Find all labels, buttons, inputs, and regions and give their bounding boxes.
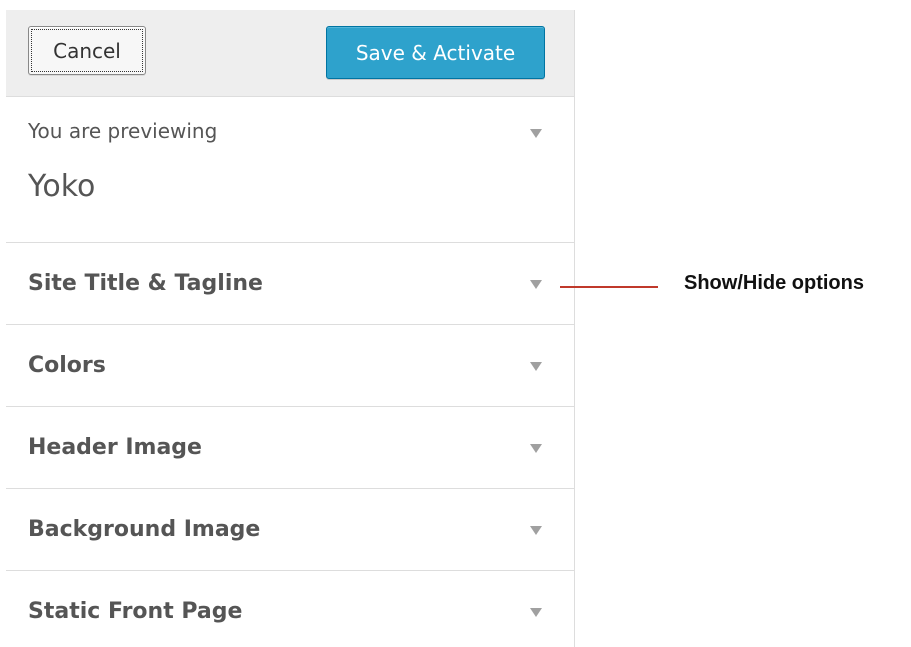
section-title: Background Image <box>28 517 261 542</box>
cancel-button[interactable]: Cancel <box>28 26 146 75</box>
preview-theme-name: Yoko <box>28 169 96 204</box>
section-title: Site Title & Tagline <box>28 271 263 296</box>
section-title: Static Front Page <box>28 599 243 624</box>
preview-label: You are previewing <box>28 119 218 143</box>
customizer-header: Cancel Save & Activate <box>6 10 574 97</box>
theme-preview-info[interactable]: You are previewing Yoko <box>6 97 574 243</box>
section-title: Header Image <box>28 435 202 460</box>
triangle-down-icon[interactable] <box>530 608 542 617</box>
annotation-label: Show/Hide options <box>684 272 864 294</box>
triangle-down-icon[interactable] <box>530 362 542 371</box>
customizer-page: Cancel Save & Activate You are previewin… <box>0 0 911 647</box>
triangle-down-icon[interactable] <box>530 526 542 535</box>
section-title: Colors <box>28 353 106 378</box>
section-header-image[interactable]: Header Image <box>6 407 574 489</box>
triangle-down-icon[interactable] <box>530 444 542 453</box>
section-colors[interactable]: Colors <box>6 325 574 407</box>
section-background-image[interactable]: Background Image <box>6 489 574 571</box>
triangle-down-icon[interactable] <box>530 129 542 138</box>
save-activate-button[interactable]: Save & Activate <box>326 26 545 79</box>
section-static-front-page[interactable]: Static Front Page <box>6 571 574 647</box>
customizer-sidebar: Cancel Save & Activate You are previewin… <box>6 10 575 647</box>
section-site-title-tagline[interactable]: Site Title & Tagline <box>6 243 574 325</box>
triangle-down-icon[interactable] <box>530 280 542 289</box>
annotation-line <box>560 286 658 288</box>
